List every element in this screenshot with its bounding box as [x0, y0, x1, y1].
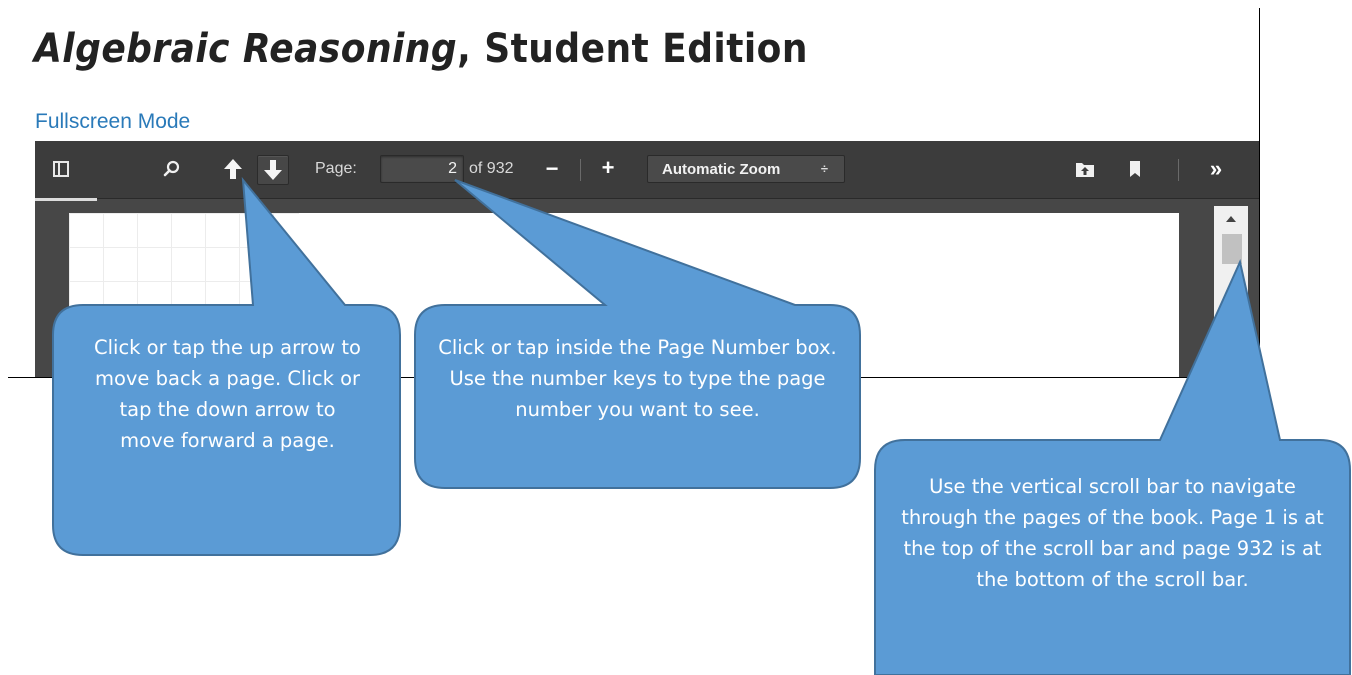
page-count-label: of 932 — [469, 160, 514, 177]
previous-page-button[interactable] — [218, 154, 248, 184]
sidebar-icon — [53, 161, 69, 177]
toolbar-divider — [580, 159, 581, 181]
page-title: Algebraic Reasoning, Student Edition — [34, 26, 808, 72]
sidebar-toggle-button[interactable] — [49, 158, 73, 180]
title-book-name: Algebraic Reasoning — [34, 26, 458, 72]
zoom-select-value: Automatic Zoom — [662, 160, 781, 178]
callout-page-box-text: Click or tap inside the Page Number box.… — [438, 336, 837, 421]
open-file-icon — [1076, 163, 1094, 177]
viewer-toolbar: Page: of 932 − + Automatic Zoom ÷ — [35, 141, 1259, 201]
select-caret-icon: ÷ — [820, 161, 828, 176]
arrow-down-icon — [264, 160, 282, 180]
fullscreen-mode-link[interactable]: Fullscreen Mode — [35, 110, 190, 134]
title-edition: , Student Edition — [457, 26, 808, 72]
callout-scroll-text: Use the vertical scroll bar to navigate … — [901, 475, 1324, 591]
zoom-in-button[interactable]: + — [596, 155, 620, 180]
page-label: Page: — [315, 160, 357, 177]
scroll-thumb[interactable] — [1222, 234, 1242, 264]
tools-button[interactable]: » — [1201, 156, 1231, 182]
callout-arrows-text: Click or tap the up arrow to move back a… — [94, 336, 361, 452]
open-file-button[interactable] — [1071, 156, 1099, 182]
page-number-input[interactable] — [380, 155, 464, 183]
bookmark-button[interactable] — [1123, 156, 1147, 182]
next-page-button[interactable] — [257, 155, 289, 185]
search-icon — [163, 160, 180, 177]
zoom-out-button[interactable]: − — [540, 156, 564, 181]
arrow-up-icon — [224, 159, 242, 179]
toolbar-divider — [1178, 159, 1179, 181]
zoom-select[interactable]: Automatic Zoom ÷ — [647, 155, 845, 183]
search-button[interactable] — [159, 156, 185, 182]
bookmark-icon — [1130, 161, 1140, 177]
screenshot-frame: Algebraic Reasoning, Student Edition Ful… — [8, 8, 1260, 378]
vertical-scrollbar[interactable] — [1214, 206, 1248, 377]
loading-progress-bar — [35, 198, 97, 201]
scroll-up-arrow-icon[interactable] — [1214, 210, 1248, 228]
